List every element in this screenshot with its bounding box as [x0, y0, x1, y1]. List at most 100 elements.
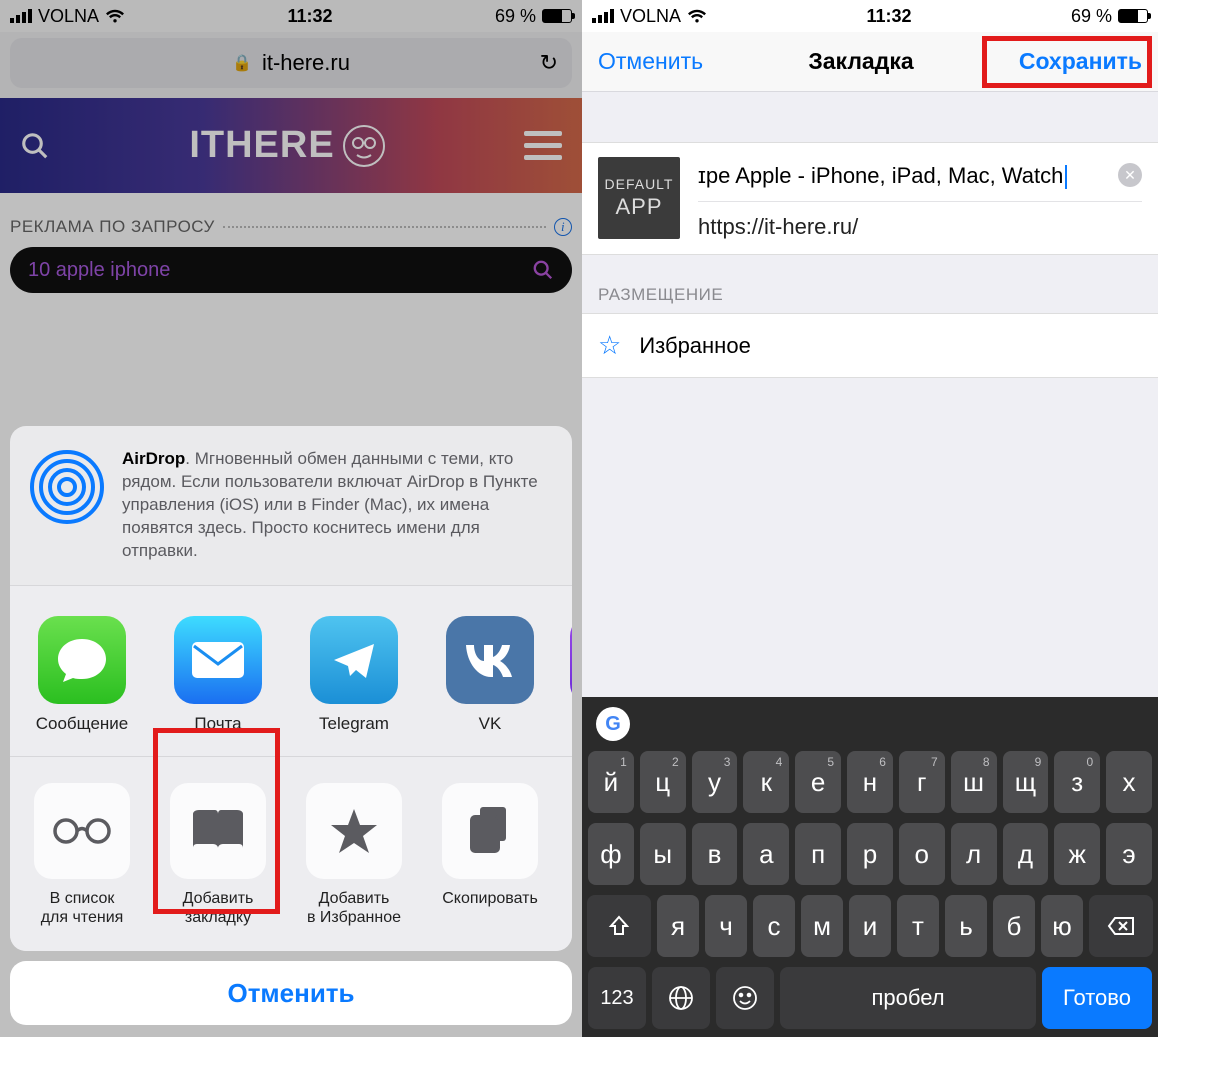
left-screenshot: VOLNA 11:32 69 % 🔒 it-here.ru ↻ — [0, 0, 582, 1037]
airdrop-icon — [28, 448, 106, 526]
key-щ[interactable]: щ9 — [1003, 751, 1049, 813]
keyboard: G й1ц2у3к4е5н6г7ш8щ9з0х фывапролджэ ячсм… — [582, 697, 1158, 1037]
bookmark-url-input[interactable]: https://it-here.ru/ — [698, 202, 1142, 240]
carrier-label: VOLNA — [620, 6, 681, 27]
action-add-favorite[interactable]: Добавить в Избранное — [296, 783, 412, 927]
wifi-icon — [687, 9, 707, 24]
airdrop-section[interactable]: AirDrop. Мгновенный обмен данными с теми… — [10, 426, 572, 586]
key-symbols[interactable]: 123 — [588, 967, 646, 1029]
key-м[interactable]: м — [801, 895, 843, 957]
status-bar: VOLNA 11:32 69 % — [0, 0, 582, 32]
ad-label: РЕКЛАМА ПО ЗАПРОСУ — [10, 217, 215, 237]
share-app-more[interactable] — [570, 616, 572, 734]
key-в[interactable]: в — [692, 823, 738, 885]
key-к[interactable]: к4 — [743, 751, 789, 813]
key-д[interactable]: д — [1003, 823, 1049, 885]
carrier-label: VOLNA — [38, 6, 99, 27]
site-logo[interactable]: ITHERE — [189, 124, 384, 167]
key-с[interactable]: с — [753, 895, 795, 957]
share-app-mail[interactable]: Почта — [162, 616, 274, 734]
key-е[interactable]: е5 — [795, 751, 841, 813]
address-bar[interactable]: 🔒 it-here.ru ↻ — [10, 38, 572, 88]
share-app-messages[interactable]: Сообщение — [26, 616, 138, 734]
key-ц[interactable]: ц2 — [640, 751, 686, 813]
location-section-label: РАЗМЕЩЕНИЕ — [582, 255, 1158, 313]
share-action-row[interactable]: В список для чтения Добавить закладку До… — [10, 757, 572, 951]
key-ч[interactable]: ч — [705, 895, 747, 957]
signal-icon — [10, 9, 32, 23]
mail-icon — [174, 616, 262, 704]
ad-search-bar[interactable]: 10 apple iphone — [10, 247, 572, 293]
key-emoji[interactable] — [716, 967, 774, 1029]
gboard-logo[interactable]: G — [596, 707, 630, 741]
key-shift[interactable] — [587, 895, 651, 957]
share-app-telegram[interactable]: Telegram — [298, 616, 410, 734]
key-о[interactable]: о — [899, 823, 945, 885]
key-backspace[interactable] — [1089, 895, 1153, 957]
lock-icon: 🔒 — [232, 53, 252, 73]
ad-info-icon[interactable]: i — [554, 218, 572, 236]
key-у[interactable]: у3 — [692, 751, 738, 813]
signal-icon — [592, 9, 614, 23]
key-и[interactable]: и — [849, 895, 891, 957]
url-text: it-here.ru — [262, 50, 350, 76]
star-outline-icon: ☆ — [598, 330, 621, 361]
key-х[interactable]: х — [1106, 751, 1152, 813]
nav-cancel-button[interactable]: Отменить — [598, 48, 703, 75]
key-а[interactable]: а — [743, 823, 789, 885]
share-app-vk[interactable]: VK — [434, 616, 546, 734]
search-icon[interactable] — [20, 131, 50, 161]
key-з[interactable]: з0 — [1054, 751, 1100, 813]
glasses-icon — [34, 783, 130, 879]
bookmark-thumbnail: DEFAULT APP — [598, 157, 680, 239]
messages-icon — [38, 616, 126, 704]
key-ш[interactable]: ш8 — [951, 751, 997, 813]
telegram-icon — [310, 616, 398, 704]
bookmark-edit-card: DEFAULT APP ɪpe Apple - iPhone, iPad, Ma… — [582, 142, 1158, 255]
key-globe[interactable] — [652, 967, 710, 1029]
key-т[interactable]: т — [897, 895, 939, 957]
ad-query: 10 apple iphone — [28, 259, 170, 282]
action-add-bookmark[interactable]: Добавить закладку — [160, 783, 276, 927]
action-copy[interactable]: Скопировать — [432, 783, 548, 927]
key-ы[interactable]: ы — [640, 823, 686, 885]
battery-pct: 69 % — [495, 6, 536, 27]
nav-title: Закладка — [808, 48, 913, 75]
key-г[interactable]: г7 — [899, 751, 945, 813]
key-я[interactable]: я — [657, 895, 699, 957]
key-н[interactable]: н6 — [847, 751, 893, 813]
key-п[interactable]: п — [795, 823, 841, 885]
key-л[interactable]: л — [951, 823, 997, 885]
key-ф[interactable]: ф — [588, 823, 634, 885]
key-ж[interactable]: ж — [1054, 823, 1100, 885]
wifi-icon — [105, 9, 125, 24]
key-ь[interactable]: ь — [945, 895, 987, 957]
location-row[interactable]: ☆ Избранное — [582, 313, 1158, 378]
action-reading-list[interactable]: В список для чтения — [24, 783, 140, 927]
bookmark-title-input[interactable]: ɪpe Apple - iPhone, iPad, Mac, Watch ✕ — [698, 157, 1142, 202]
status-bar: VOLNA 11:32 69 % — [582, 0, 1158, 32]
battery-icon — [542, 9, 572, 23]
key-space[interactable]: пробел — [780, 967, 1036, 1029]
share-sheet: AirDrop. Мгновенный обмен данными с теми… — [10, 426, 572, 1025]
location-value: Избранное — [639, 333, 751, 359]
reload-icon[interactable]: ↻ — [540, 50, 558, 76]
key-й[interactable]: й1 — [588, 751, 634, 813]
key-ю[interactable]: ю — [1041, 895, 1083, 957]
key-э[interactable]: э — [1106, 823, 1152, 885]
key-б[interactable]: б — [993, 895, 1035, 957]
search-icon — [532, 259, 554, 281]
right-screenshot: VOLNA 11:32 69 % Отменить Закладка Сохра… — [582, 0, 1158, 1037]
cancel-button[interactable]: Отменить — [10, 961, 572, 1025]
menu-icon[interactable] — [524, 131, 562, 160]
nav-save-button[interactable]: Сохранить — [1019, 48, 1142, 75]
site-header: ITHERE — [0, 98, 582, 193]
share-app-row[interactable]: Сообщение Почта Telegram — [10, 586, 572, 757]
star-icon — [306, 783, 402, 879]
key-р[interactable]: р — [847, 823, 893, 885]
clock: 11:32 — [287, 6, 332, 27]
book-icon — [170, 783, 266, 879]
clear-icon[interactable]: ✕ — [1118, 163, 1142, 187]
key-done[interactable]: Готово — [1042, 967, 1152, 1029]
airdrop-text: AirDrop. Мгновенный обмен данными с теми… — [122, 448, 554, 563]
